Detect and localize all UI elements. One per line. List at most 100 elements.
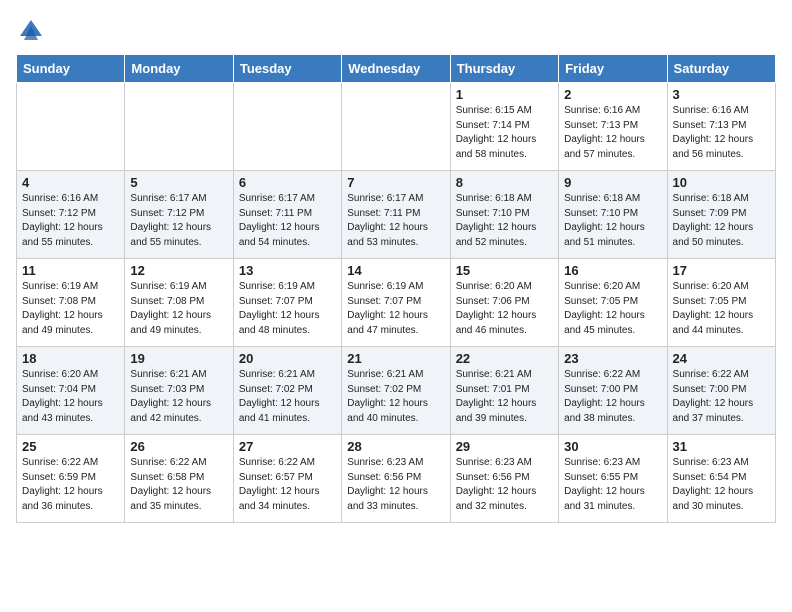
day-number: 11: [22, 263, 119, 278]
calendar-week-row: 25Sunrise: 6:22 AM Sunset: 6:59 PM Dayli…: [17, 435, 776, 523]
calendar-week-row: 11 Sunrise: 6:19 AM Sunset: 7:08 PM Dayli…: [17, 259, 776, 347]
page-header: [16, 16, 776, 46]
day-number: 6: [239, 175, 336, 190]
calendar-cell: 6 Sunrise: 6:17 AM Sunset: 7:11 PM Daylig…: [233, 171, 341, 259]
day-info: Sunrise: 6:23 AM Sunset: 6:54 PM Dayligh…: [673, 456, 770, 514]
day-number: 7: [347, 175, 444, 190]
day-header-friday: Friday: [559, 55, 667, 83]
calendar-week-row: 18 Sunrise: 6:20 AM Sunset: 7:04 PM Dayli…: [17, 347, 776, 435]
day-number: 23: [564, 351, 661, 366]
day-info: Sunrise: 6:19 AM Sunset: 7:07 PM Dayligh…: [347, 280, 444, 338]
day-number: 26: [130, 439, 227, 454]
calendar-cell: 23 Sunrise: 6:22 AM Sunset: 7:00 PM Dayli…: [559, 347, 667, 435]
logo-icon: [16, 16, 46, 46]
day-number: 30: [564, 439, 661, 454]
day-info: Sunrise: 6:22 AM Sunset: 7:00 PM Dayligh…: [673, 368, 770, 426]
day-info: Sunrise: 6:19 AM Sunset: 7:08 PM Dayligh…: [130, 280, 227, 338]
calendar-cell: 31 Sunrise: 6:23 AM Sunset: 6:54 PM Dayli…: [667, 435, 775, 523]
day-number: 31: [673, 439, 770, 454]
day-number: 10: [673, 175, 770, 190]
day-number: 3: [673, 87, 770, 102]
day-header-saturday: Saturday: [667, 55, 775, 83]
day-number: 24: [673, 351, 770, 366]
day-info: Sunrise: 6:22 AM Sunset: 7:00 PM Dayligh…: [564, 368, 661, 426]
calendar-cell: 26 Sunrise: 6:22 AM Sunset: 6:58 PM Dayli…: [125, 435, 233, 523]
calendar-cell: 11 Sunrise: 6:19 AM Sunset: 7:08 PM Dayli…: [17, 259, 125, 347]
calendar-cell: 10 Sunrise: 6:18 AM Sunset: 7:09 PM Dayli…: [667, 171, 775, 259]
day-info: Sunrise: 6:21 AM Sunset: 7:03 PM Dayligh…: [130, 368, 227, 426]
day-number: 9: [564, 175, 661, 190]
day-number: 1: [456, 87, 553, 102]
day-info: Sunrise: 6:20 AM Sunset: 7:04 PM Dayligh…: [22, 368, 119, 426]
day-header-wednesday: Wednesday: [342, 55, 450, 83]
day-info: Sunrise: 6:15 AM Sunset: 7:14 PM Dayligh…: [456, 104, 553, 162]
calendar-cell: 13 Sunrise: 6:19 AM Sunset: 7:07 PM Dayli…: [233, 259, 341, 347]
calendar-cell: 17 Sunrise: 6:20 AM Sunset: 7:05 PM Dayli…: [667, 259, 775, 347]
calendar-week-row: 4 Sunrise: 6:16 AM Sunset: 7:12 PM Daylig…: [17, 171, 776, 259]
day-number: 2: [564, 87, 661, 102]
day-info: Sunrise: 6:18 AM Sunset: 7:09 PM Dayligh…: [673, 192, 770, 250]
calendar-cell: 3 Sunrise: 6:16 AM Sunset: 7:13 PM Daylig…: [667, 83, 775, 171]
day-header-tuesday: Tuesday: [233, 55, 341, 83]
day-number: 15: [456, 263, 553, 278]
day-info: Sunrise: 6:20 AM Sunset: 7:06 PM Dayligh…: [456, 280, 553, 338]
day-number: 17: [673, 263, 770, 278]
day-number: 16: [564, 263, 661, 278]
day-info: Sunrise: 6:18 AM Sunset: 7:10 PM Dayligh…: [456, 192, 553, 250]
day-number: 4: [22, 175, 119, 190]
day-info: Sunrise: 6:17 AM Sunset: 7:11 PM Dayligh…: [239, 192, 336, 250]
calendar-header-row: SundayMondayTuesdayWednesdayThursdayFrid…: [17, 55, 776, 83]
calendar-cell: 21 Sunrise: 6:21 AM Sunset: 7:02 PM Dayli…: [342, 347, 450, 435]
calendar-cell: 18 Sunrise: 6:20 AM Sunset: 7:04 PM Dayli…: [17, 347, 125, 435]
calendar-week-row: 1 Sunrise: 6:15 AM Sunset: 7:14 PM Daylig…: [17, 83, 776, 171]
day-info: Sunrise: 6:17 AM Sunset: 7:11 PM Dayligh…: [347, 192, 444, 250]
day-info: Sunrise: 6:23 AM Sunset: 6:56 PM Dayligh…: [456, 456, 553, 514]
calendar-cell: 30 Sunrise: 6:23 AM Sunset: 6:55 PM Dayli…: [559, 435, 667, 523]
day-number: 21: [347, 351, 444, 366]
day-number: 28: [347, 439, 444, 454]
day-number: 27: [239, 439, 336, 454]
day-number: 5: [130, 175, 227, 190]
calendar-cell: 1 Sunrise: 6:15 AM Sunset: 7:14 PM Daylig…: [450, 83, 558, 171]
day-header-monday: Monday: [125, 55, 233, 83]
day-header-thursday: Thursday: [450, 55, 558, 83]
day-number: 8: [456, 175, 553, 190]
day-header-sunday: Sunday: [17, 55, 125, 83]
calendar-cell: [17, 83, 125, 171]
calendar-cell: 8 Sunrise: 6:18 AM Sunset: 7:10 PM Daylig…: [450, 171, 558, 259]
day-number: 20: [239, 351, 336, 366]
day-number: 13: [239, 263, 336, 278]
day-info: Sunrise: 6:22 AM Sunset: 6:57 PM Dayligh…: [239, 456, 336, 514]
calendar-cell: [233, 83, 341, 171]
day-info: Sunrise: 6:16 AM Sunset: 7:13 PM Dayligh…: [673, 104, 770, 162]
calendar-cell: 7 Sunrise: 6:17 AM Sunset: 7:11 PM Daylig…: [342, 171, 450, 259]
day-info: Sunrise: 6:19 AM Sunset: 7:07 PM Dayligh…: [239, 280, 336, 338]
day-info: Sunrise: 6:19 AM Sunset: 7:08 PM Dayligh…: [22, 280, 119, 338]
calendar: SundayMondayTuesdayWednesdayThursdayFrid…: [16, 54, 776, 523]
calendar-cell: 27 Sunrise: 6:22 AM Sunset: 6:57 PM Dayli…: [233, 435, 341, 523]
day-info: Sunrise: 6:20 AM Sunset: 7:05 PM Dayligh…: [673, 280, 770, 338]
day-info: Sunrise: 6:21 AM Sunset: 7:02 PM Dayligh…: [239, 368, 336, 426]
day-number: 25: [22, 439, 119, 454]
calendar-cell: 4 Sunrise: 6:16 AM Sunset: 7:12 PM Daylig…: [17, 171, 125, 259]
calendar-cell: 2Sunrise: 6:16 AM Sunset: 7:13 PM Daylig…: [559, 83, 667, 171]
calendar-cell: 22 Sunrise: 6:21 AM Sunset: 7:01 PM Dayli…: [450, 347, 558, 435]
calendar-cell: 20 Sunrise: 6:21 AM Sunset: 7:02 PM Dayli…: [233, 347, 341, 435]
day-number: 22: [456, 351, 553, 366]
day-number: 29: [456, 439, 553, 454]
calendar-cell: [342, 83, 450, 171]
day-info: Sunrise: 6:21 AM Sunset: 7:02 PM Dayligh…: [347, 368, 444, 426]
day-info: Sunrise: 6:21 AM Sunset: 7:01 PM Dayligh…: [456, 368, 553, 426]
day-info: Sunrise: 6:22 AM Sunset: 6:58 PM Dayligh…: [130, 456, 227, 514]
calendar-cell: 28 Sunrise: 6:23 AM Sunset: 6:56 PM Dayli…: [342, 435, 450, 523]
calendar-cell: 29 Sunrise: 6:23 AM Sunset: 6:56 PM Dayli…: [450, 435, 558, 523]
day-number: 12: [130, 263, 227, 278]
day-info: Sunrise: 6:23 AM Sunset: 6:55 PM Dayligh…: [564, 456, 661, 514]
day-number: 18: [22, 351, 119, 366]
day-info: Sunrise: 6:17 AM Sunset: 7:12 PM Dayligh…: [130, 192, 227, 250]
day-info: Sunrise: 6:23 AM Sunset: 6:56 PM Dayligh…: [347, 456, 444, 514]
day-info: Sunrise: 6:16 AM Sunset: 7:12 PM Dayligh…: [22, 192, 119, 250]
calendar-cell: 25Sunrise: 6:22 AM Sunset: 6:59 PM Dayli…: [17, 435, 125, 523]
logo: [16, 16, 50, 46]
day-info: Sunrise: 6:20 AM Sunset: 7:05 PM Dayligh…: [564, 280, 661, 338]
